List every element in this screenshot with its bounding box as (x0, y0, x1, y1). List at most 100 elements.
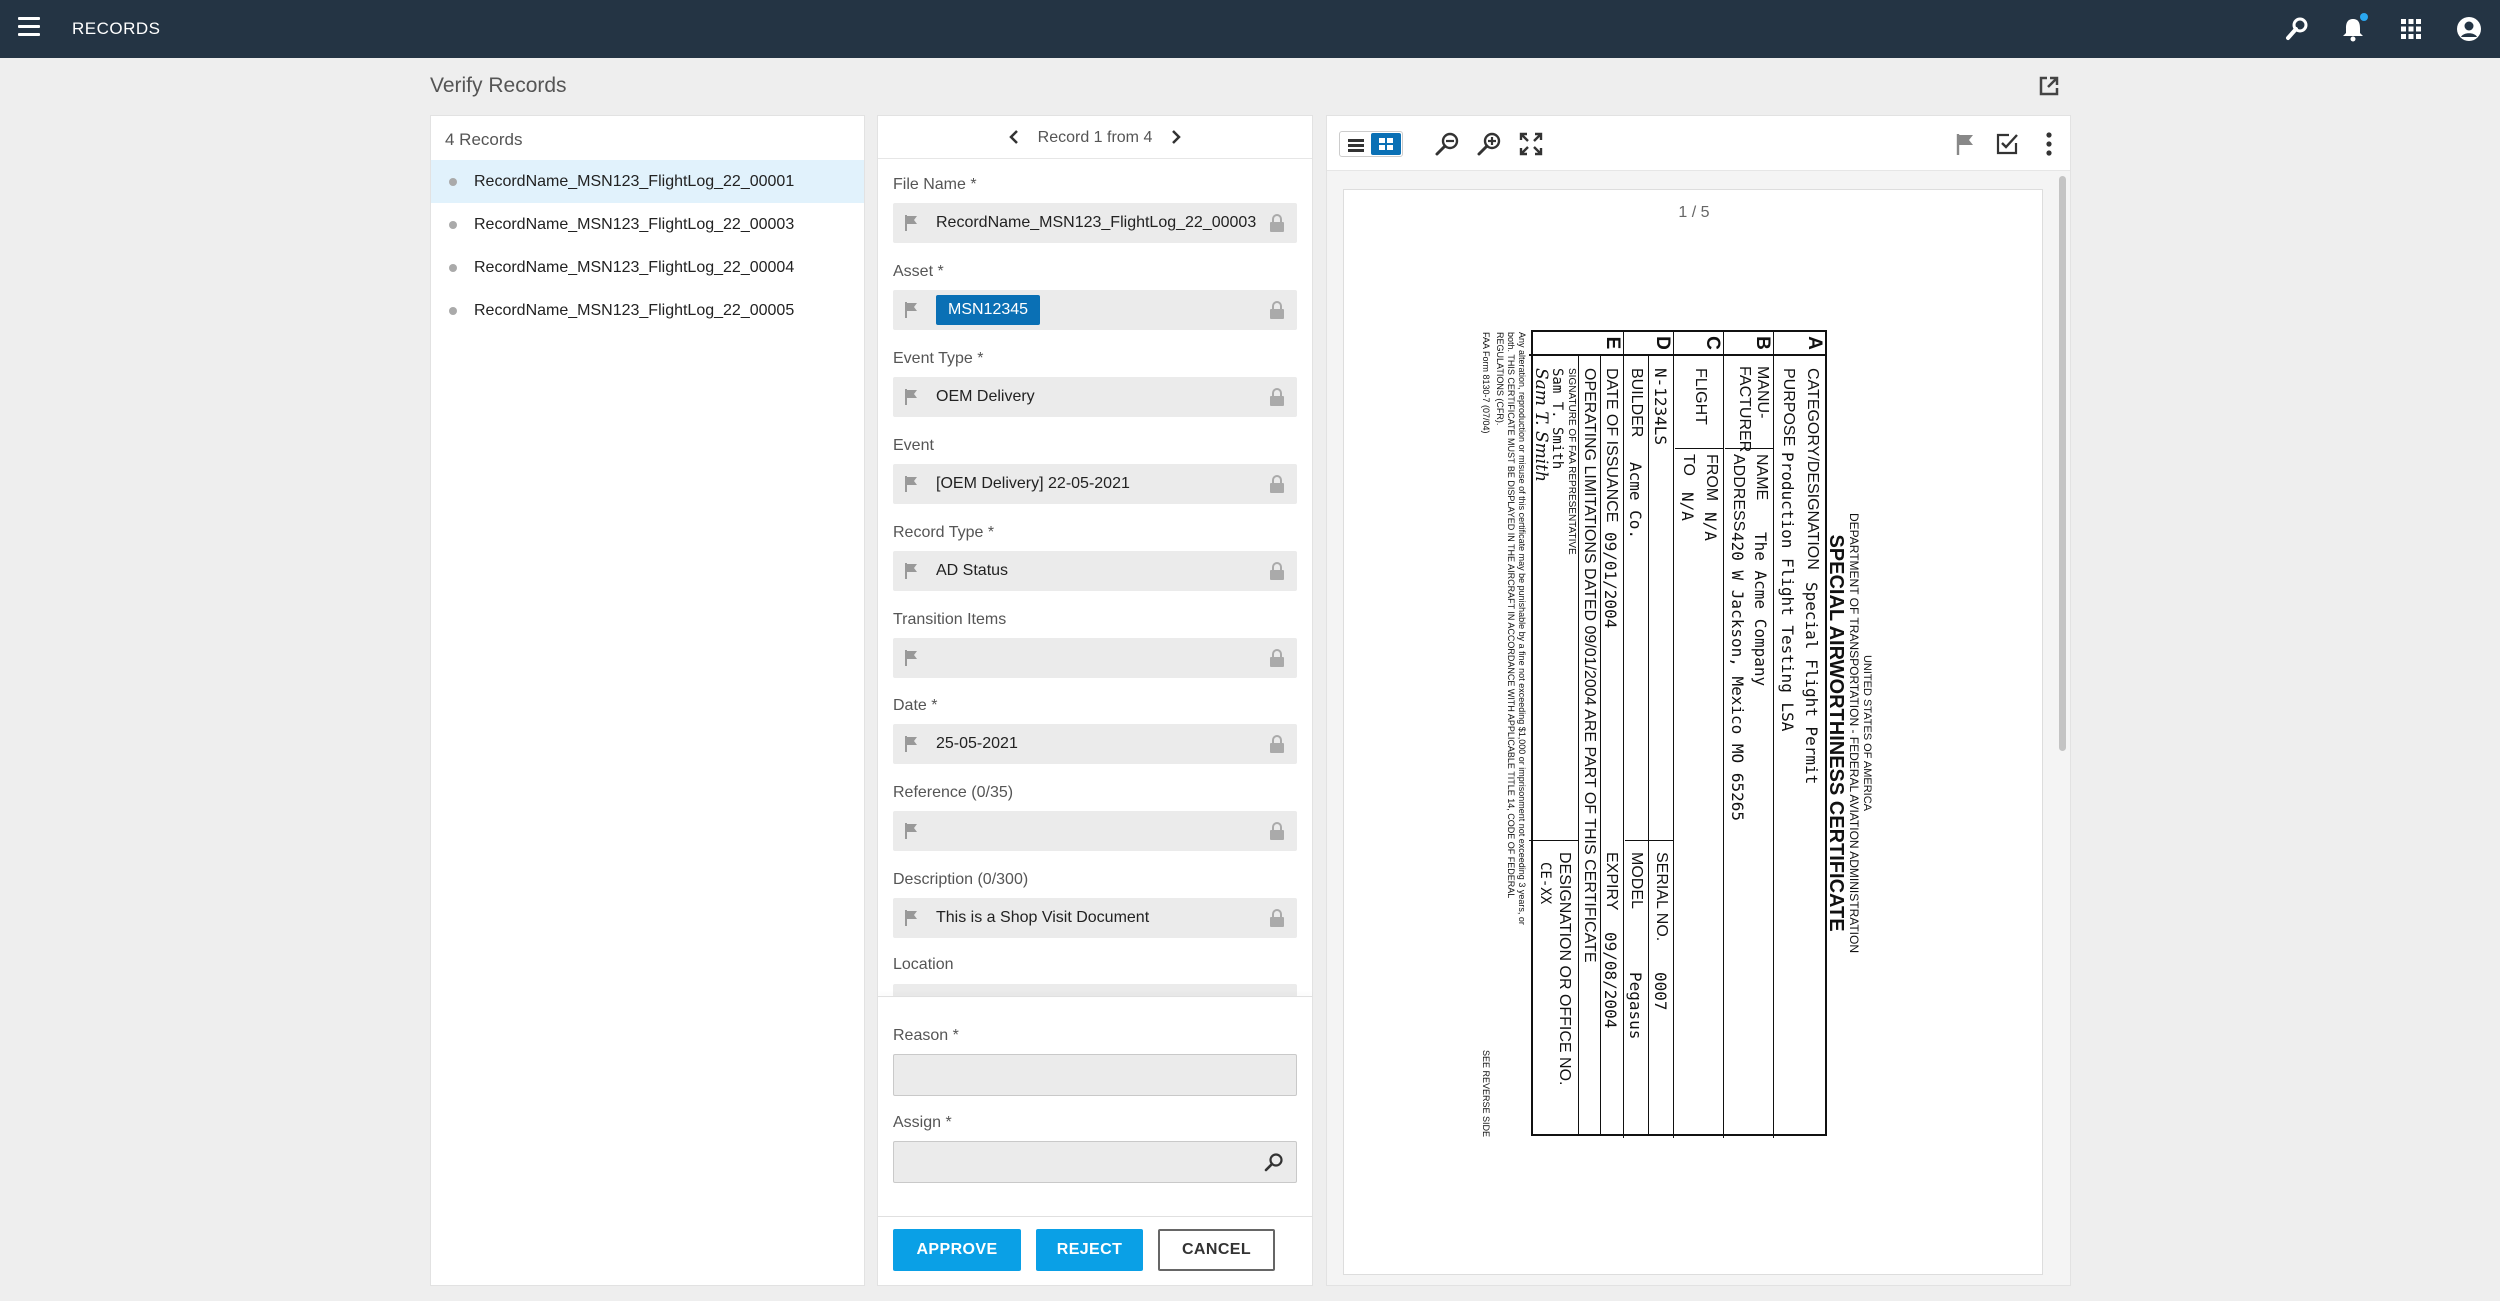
view-mode-toggle[interactable] (1339, 131, 1403, 157)
record-bullet (449, 178, 457, 186)
record-bullet (449, 264, 457, 272)
apps-grid-icon[interactable] (2396, 14, 2426, 44)
flag-icon[interactable] (904, 214, 920, 232)
cert-form-number: FAA Form 8130-7 (07/04) (1481, 332, 1491, 434)
record-name: RecordName_MSN123_FlightLog_22_00003 (474, 216, 795, 233)
flag-icon[interactable] (904, 301, 920, 319)
asset-label: Asset * (893, 263, 944, 280)
cert-flight-label: FLIGHT (1692, 368, 1709, 425)
cert-builder-value: Acme Co. (1626, 462, 1645, 540)
transition-items-label: Transition Items (893, 611, 1007, 628)
record-list-item[interactable]: RecordName_MSN123_FlightLog_22_00003 (431, 203, 864, 246)
app-title: RECORDS (72, 19, 161, 38)
description-value: This is a Shop Visit Document (936, 909, 1150, 926)
cert-expiry-value: 09/08/2004 (1601, 932, 1620, 1029)
cert-expiry-label: EXPIRY (1603, 852, 1620, 911)
cert-row-b: B MANU- FACTURER NAME The Acme Company A… (1723, 332, 1773, 1138)
page-title: Verify Records (430, 74, 567, 97)
lock-icon (1270, 301, 1284, 319)
records-count: 4 Records (445, 130, 523, 149)
lock-icon (1270, 649, 1284, 667)
cert-from-label: FROM (1703, 454, 1720, 502)
zoom-out-icon[interactable] (1433, 130, 1461, 158)
hamburger-menu-icon[interactable] (18, 17, 40, 39)
lock-icon (1270, 909, 1284, 927)
certificate-frame: A CATEGORY/DESIGNATION Special Flight Pe… (1529, 330, 1827, 1138)
reason-input[interactable] (893, 1054, 1297, 1096)
previous-record-chevron-icon[interactable] (1006, 129, 1022, 145)
reference-field (893, 811, 1297, 851)
more-options-icon[interactable] (2035, 130, 2063, 158)
page-counter: 1 / 5 (1678, 204, 1710, 221)
cert-model-label: MODEL (1628, 852, 1645, 909)
cert-letter-a: A (1774, 332, 1825, 356)
cert-row-c: C FLIGHT FROM N/A TO N/A (1673, 332, 1723, 1138)
document-page: 1 / 5 UNITED STATES OF AMERICA DEPARTMEN… (1343, 189, 2043, 1275)
flag-icon[interactable] (904, 822, 920, 840)
grid-view-icon (1379, 138, 1393, 150)
viewer-scrollbar[interactable] (2059, 176, 2066, 751)
flag-icon[interactable] (904, 735, 920, 753)
cert-category-value: Special Flight Permit (1802, 582, 1821, 785)
next-record-chevron-icon[interactable] (1168, 129, 1184, 145)
certificate-header-department: DEPARTMENT OF TRANSPORTATION - FEDERAL A… (1847, 512, 1861, 954)
cert-operating-limitations: OPERATING LIMITATIONS DATED 09/01/2004 A… (1581, 368, 1598, 963)
cert-address-value: 420 W Jackson, Mexico MO 65265 (1728, 532, 1747, 821)
event-field: [OEM Delivery] 22-05-2021 (893, 464, 1297, 504)
date-field: 25-05-2021 (893, 724, 1297, 764)
flag-icon[interactable] (1952, 130, 1980, 158)
flag-icon[interactable] (904, 388, 920, 406)
search-icon[interactable] (1264, 1152, 1284, 1172)
cert-footer-line1: Any alteration, reproduction or misuse o… (1517, 332, 1527, 925)
event-value: [OEM Delivery] 22-05-2021 (936, 475, 1130, 492)
cert-designation-value: CE-XX (1537, 862, 1553, 905)
record-list-item[interactable]: RecordName_MSN123_FlightLog_22_00001 (431, 160, 864, 203)
cert-row-d: D N-1234LS SERIAL NO. 0007 BUILDER Acme … (1623, 332, 1673, 1138)
actions-divider (878, 1216, 1312, 1217)
reason-label: Reason * (893, 1027, 959, 1044)
location-label: Location (893, 956, 954, 973)
record-list-item[interactable]: RecordName_MSN123_FlightLog_22_00005 (431, 289, 864, 332)
asset-chip[interactable]: MSN12345 (936, 295, 1041, 325)
flag-icon[interactable] (904, 562, 920, 580)
zoom-in-icon[interactable] (1475, 130, 1503, 158)
open-external-icon[interactable] (2037, 74, 2061, 98)
cert-footer-line2: both. THIS CERTIFICATE MUST BE DISPLAYED… (1506, 332, 1516, 899)
approve-button[interactable]: APPROVE (893, 1229, 1021, 1271)
cert-address-label: ADDRESS (1730, 454, 1747, 532)
grid-view-segment[interactable] (1371, 133, 1401, 155)
date-value: 25-05-2021 (936, 735, 1018, 752)
lock-icon (1270, 735, 1284, 753)
reference-label: Reference (0/35) (893, 784, 1014, 801)
cert-footer-line3: REGULATIONS (CFR). (1495, 332, 1505, 426)
certificate-title: SPECIAL AIRWORTHINESS CERTIFICATE (1825, 534, 1847, 932)
account-avatar-icon[interactable] (2454, 14, 2484, 44)
wrench-icon[interactable] (2282, 14, 2312, 44)
cert-letter-b: B (1724, 332, 1773, 356)
cert-row-e: E DATE OF ISSUANCE 09/01/2004 EXPIRY 09/… (1529, 332, 1623, 1138)
cert-signature-name: Sam T. Smith (1549, 368, 1565, 470)
cert-model-value: Pegasus (1626, 972, 1645, 1040)
cert-category-label: CATEGORY/DESIGNATION (1804, 368, 1821, 570)
cert-issuance-value: 09/01/2004 (1601, 532, 1620, 629)
cert-purpose-label: PURPOSE (1780, 368, 1797, 447)
record-position: Record 1 from 4 (1037, 129, 1153, 146)
verify-checklist-icon[interactable] (1993, 130, 2021, 158)
cert-builder-label: BUILDER (1628, 368, 1645, 438)
flag-icon[interactable] (904, 649, 920, 667)
list-view-icon[interactable] (1348, 138, 1364, 152)
cancel-button[interactable]: CANCEL (1158, 1229, 1275, 1271)
flag-icon[interactable] (904, 909, 920, 927)
record-list-item[interactable]: RecordName_MSN123_FlightLog_22_00004 (431, 246, 864, 289)
event-type-value: OEM Delivery (936, 388, 1035, 405)
record-details-panel: Record 1 from 4 File Name * RecordName_M… (877, 115, 1313, 1286)
description-label: Description (0/300) (893, 871, 1029, 888)
cert-name-value: The Acme Company (1751, 532, 1770, 687)
fullscreen-icon[interactable] (1517, 130, 1545, 158)
cert-name-label: NAME (1753, 454, 1770, 501)
assign-input[interactable] (893, 1141, 1297, 1183)
flag-icon[interactable] (904, 475, 920, 493)
records-list-panel: 4 Records RecordName_MSN123_FlightLog_22… (430, 115, 865, 1286)
description-field: This is a Shop Visit Document (893, 898, 1297, 938)
reject-button[interactable]: REJECT (1036, 1229, 1143, 1271)
